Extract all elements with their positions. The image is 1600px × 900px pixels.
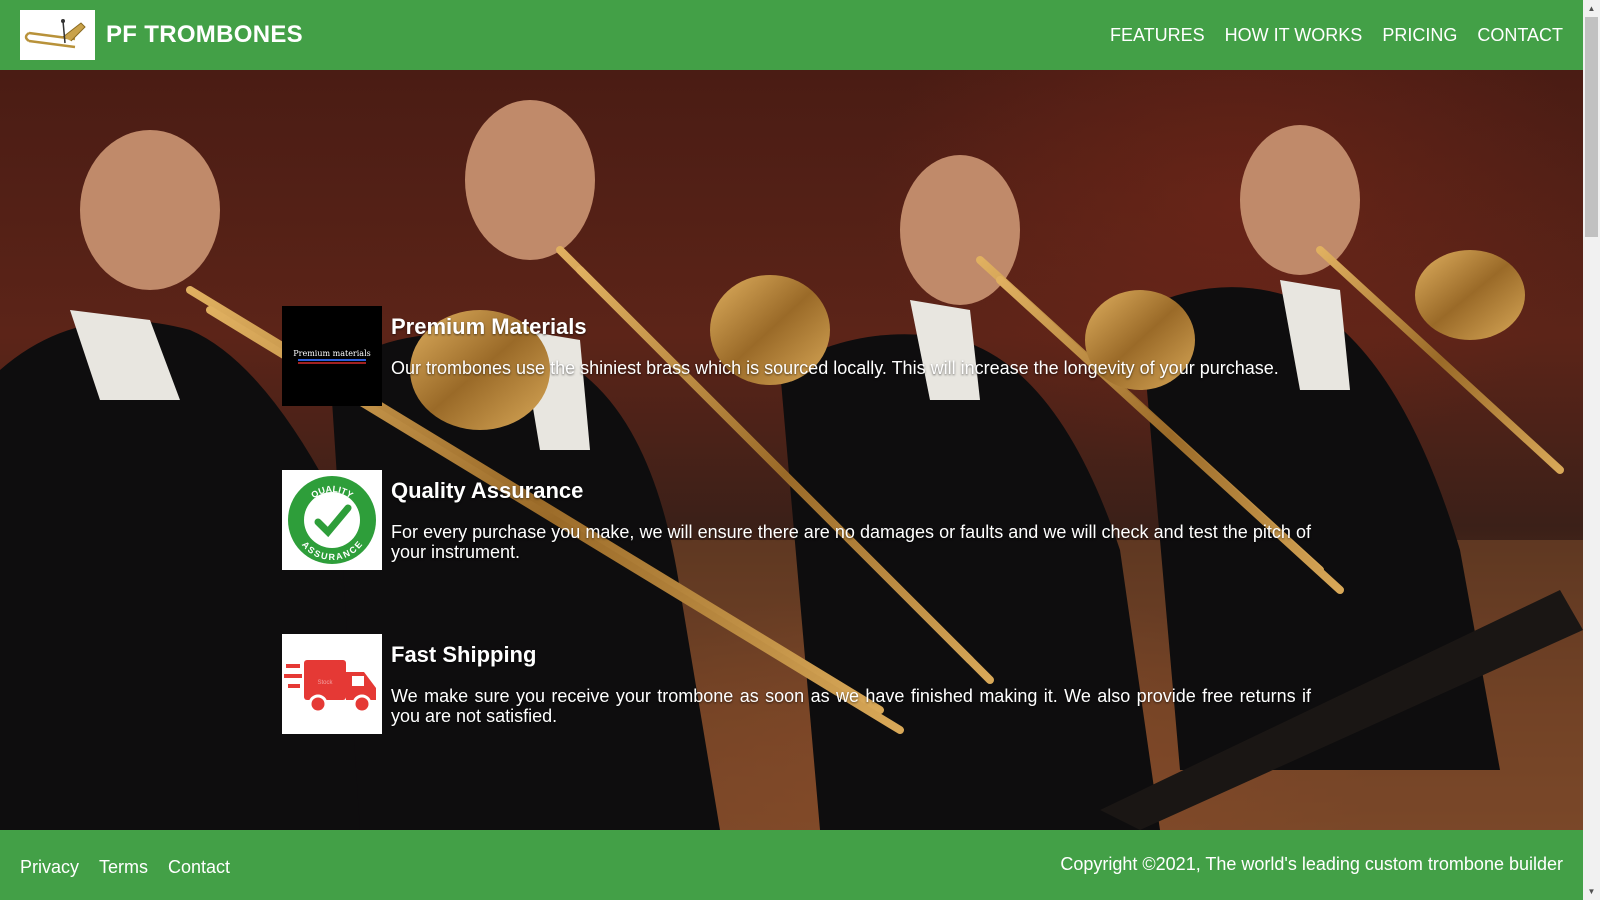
hero-section: Premium materials Premium Materials Our … <box>0 70 1583 830</box>
feature-title: Quality Assurance <box>391 478 584 503</box>
feature-title: Fast Shipping <box>391 642 537 667</box>
site-header: PF TROMBONES FEATURES HOW IT WORKS PRICI… <box>0 0 1583 70</box>
brand-name[interactable]: PF TROMBONES <box>106 21 303 49</box>
page-scrollbar[interactable]: ▲ ▼ <box>1583 0 1600 900</box>
feature-quality-assurance: QUALITY ASSURANCE Quality Assurance For … <box>282 470 1312 634</box>
site-footer: Privacy Terms Contact Copyright ©2021, T… <box>0 830 1583 900</box>
nav-link-how-it-works[interactable]: HOW IT WORKS <box>1225 25 1363 46</box>
feature-description: For every purchase you make, we will ens… <box>391 522 1311 562</box>
trombone-logo-icon[interactable] <box>20 10 95 60</box>
nav-link-pricing[interactable]: PRICING <box>1382 25 1457 46</box>
nav-link-features[interactable]: FEATURES <box>1110 25 1205 46</box>
premium-materials-image-text: Premium materials <box>293 349 371 358</box>
premium-materials-image: Premium materials <box>282 306 382 406</box>
truck-watermark-text: Stock <box>317 680 333 686</box>
features-list: Premium materials Premium Materials Our … <box>282 306 1312 798</box>
footer-link-terms[interactable]: Terms <box>99 857 148 878</box>
nav-link-contact[interactable]: CONTACT <box>1477 25 1563 46</box>
quality-assurance-badge-icon: QUALITY ASSURANCE <box>282 470 382 570</box>
feature-fast-shipping: Stock Fast Shipping We make sure you rec… <box>282 634 1312 798</box>
footer-link-contact[interactable]: Contact <box>168 857 230 878</box>
feature-title: Premium Materials <box>391 314 587 339</box>
feature-description: We make sure you receive your trombone a… <box>391 686 1311 726</box>
feature-description: Our trombones use the shiniest brass whi… <box>391 358 1279 378</box>
scrollbar-thumb[interactable] <box>1585 17 1598 237</box>
delivery-truck-icon: Stock <box>282 634 382 734</box>
scroll-down-arrow-icon[interactable]: ▼ <box>1583 883 1600 900</box>
feature-premium-materials: Premium materials Premium Materials Our … <box>282 306 1312 470</box>
copyright-text: Copyright ©2021, The world's leading cus… <box>1060 853 1563 874</box>
main-nav: FEATURES HOW IT WORKS PRICING CONTACT <box>1110 25 1563 46</box>
scroll-up-arrow-icon[interactable]: ▲ <box>1583 0 1600 17</box>
footer-link-privacy[interactable]: Privacy <box>20 857 79 878</box>
footer-links: Privacy Terms Contact <box>20 857 230 878</box>
